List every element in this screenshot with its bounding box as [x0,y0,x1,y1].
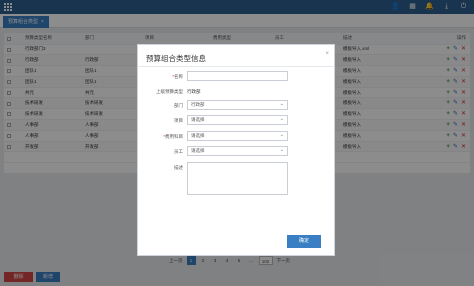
parent-type-label: 上级预算类型 [156,89,183,94]
close-icon[interactable]: × [325,51,329,57]
cost-subject-select[interactable]: 请选择 [187,131,288,141]
parent-type-value: 行政部 [187,89,201,94]
dept-select[interactable]: 行政部 [187,100,288,110]
project-label: 项目 [174,118,183,123]
cost-subject-label: *费用科目 [163,134,183,139]
modal-divider [138,66,334,67]
budget-type-modal: 预算组合类型信息 × *名称 上级预算类型 行政部 部门 行政部 项目 请选择 … [137,44,335,256]
staff-label: 员工 [174,149,183,154]
name-label: *名称 [172,74,183,79]
staff-select[interactable]: 请选择 [187,146,288,156]
dept-label: 部门 [174,103,183,108]
desc-textarea[interactable] [187,162,288,195]
project-select[interactable]: 请选择 [187,115,288,125]
modal-title: 预算组合类型信息 [146,54,206,63]
name-input[interactable] [187,71,288,81]
desc-label: 描述 [174,165,183,170]
confirm-button[interactable]: 确定 [287,235,321,248]
